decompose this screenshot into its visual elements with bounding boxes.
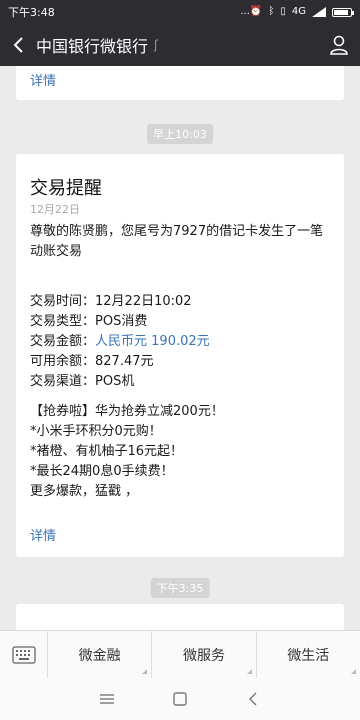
- battery-icon: [332, 7, 354, 17]
- notification-dots-icon: ...: [240, 6, 250, 17]
- row-label: 交易时间：: [30, 294, 96, 309]
- system-nav-bar: [0, 678, 360, 720]
- alarm-icon: ⏰: [249, 6, 263, 17]
- detail-link[interactable]: 详情: [30, 525, 56, 544]
- menu-wei-fuwu[interactable]: 微服务: [152, 631, 257, 678]
- transaction-details: 交易时间：12月22日10:02 交易类型：POS消费 交易金额：人民币元 19…: [30, 292, 330, 392]
- status-icons: ⏰ ᛒ ▯ 4G: [249, 6, 354, 17]
- detail-row: 交易类型：POS消费: [30, 312, 330, 332]
- detail-row: 可用余额：827.47元: [30, 352, 330, 372]
- card-title: 交易提醒: [30, 178, 102, 199]
- menu-label: 微金融: [78, 647, 121, 664]
- row-value-amount: 人民币元 190.02元: [95, 334, 210, 349]
- message-list[interactable]: 详情 早上10:03 交易提醒 12月22日 尊敬的陈贤鹏，您尾号为7927的借…: [0, 66, 360, 630]
- row-label: 交易金额：: [30, 334, 96, 349]
- person-icon[interactable]: [318, 24, 360, 66]
- network-label: 4G: [291, 6, 306, 17]
- message-card-previous[interactable]: 详情: [16, 66, 344, 100]
- battery-level: [334, 9, 348, 15]
- detail-link[interactable]: 详情: [30, 70, 56, 89]
- promo-line: 【抢券啦】华为抢券立减200元！: [30, 404, 224, 419]
- detail-row: 交易渠道：POS机: [30, 372, 330, 392]
- status-bar: 下午3:48 ... ⏰ ᛒ ▯ 4G: [0, 0, 360, 24]
- menu-wei-shenghuo[interactable]: 微生活: [257, 631, 360, 678]
- row-label: 交易类型：: [30, 314, 96, 329]
- menu-wei-jinrong[interactable]: 微金融: [48, 631, 153, 678]
- signal-icon: [312, 7, 326, 17]
- row-value: POS机: [95, 374, 135, 389]
- card-intro: 尊敬的陈贤鹏，您尾号为7927的借记卡发生了一笔动账交易: [30, 224, 324, 259]
- bluetooth-icon: ᛒ: [268, 6, 275, 17]
- row-value: 12月22日10:02: [95, 294, 192, 309]
- row-value: POS消费: [95, 314, 148, 329]
- promo-line[interactable]: 更多爆款，猛戳 ，: [30, 482, 330, 502]
- menu-label: 微服务: [182, 647, 225, 664]
- chat-title-text: 中国银行微银行: [36, 37, 149, 56]
- bottom-menu: 微金融 微服务 微生活: [0, 630, 360, 679]
- back-icon[interactable]: [238, 684, 268, 714]
- menu-label: 微生活: [287, 647, 330, 664]
- submenu-indicator-icon: [350, 669, 356, 674]
- detail-row: 交易时间：12月22日10:02: [30, 292, 330, 312]
- row-value: 827.47元: [95, 354, 154, 369]
- row-label: 可用余额：: [30, 354, 96, 369]
- time-chip: 下午3:35: [150, 578, 210, 598]
- transaction-alert-card[interactable]: 交易提醒 12月22日 尊敬的陈贤鹏，您尾号为7927的借记卡发生了一笔动账交易…: [16, 154, 344, 557]
- promo-text: 【抢券啦】华为抢券立减200元！ *小米手环积分0元购！ *褚橙、有机柚子16元…: [30, 402, 330, 502]
- ear-icon: ʃ: [154, 38, 159, 52]
- home-icon[interactable]: [165, 684, 195, 714]
- chat-title: 中国银行微银行 ʃ: [36, 33, 318, 57]
- menu-icon[interactable]: [92, 684, 122, 714]
- promo-line: *小米手环积分0元购！: [30, 424, 162, 439]
- promo-line: *褚橙、有机柚子16元起！: [30, 444, 184, 459]
- message-card-next[interactable]: [16, 604, 344, 630]
- time-chip: 早上10:03: [147, 124, 213, 144]
- back-arrow-icon[interactable]: [0, 24, 36, 66]
- submenu-indicator-icon: [142, 669, 148, 674]
- nav-bar: 中国银行微银行 ʃ: [0, 24, 360, 66]
- vibrate-icon: ▯: [280, 6, 286, 17]
- row-label: 交易渠道：: [30, 374, 96, 389]
- submenu-indicator-icon: [246, 669, 252, 674]
- keyboard-icon[interactable]: [0, 631, 48, 679]
- promo-line: *最长24期0息0手续费！: [30, 464, 174, 479]
- card-date: 12月22日: [30, 203, 80, 216]
- detail-row: 交易金额：人民币元 190.02元: [30, 332, 330, 352]
